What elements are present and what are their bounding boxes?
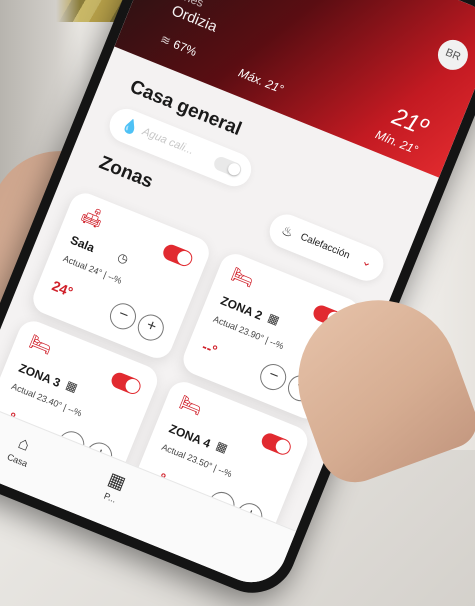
water-toggle[interactable]	[212, 154, 244, 179]
zone-power-switch[interactable]	[109, 370, 143, 397]
humidity-icon: ≋	[158, 31, 173, 49]
zone-power-switch[interactable]	[259, 431, 294, 458]
humidity-value: 67%	[171, 37, 199, 60]
bed-icon: 🛏	[228, 263, 258, 291]
mode-label: Calefacción	[298, 231, 352, 262]
nav-program-label: P...	[102, 490, 118, 505]
zone-actual: Actual 24° | --%	[61, 253, 124, 286]
bed-icon: 🛏	[176, 391, 206, 419]
weather-humidity: ≋67%	[158, 32, 199, 59]
zone-setpoint: 24°	[49, 277, 76, 301]
zone-setpoint: --°	[199, 337, 220, 359]
water-drop-icon: 💧	[119, 115, 142, 137]
weather-max: Máx. 21°	[236, 65, 286, 97]
increase-button[interactable]: +	[133, 310, 168, 345]
calendar-icon: ▦	[214, 438, 230, 456]
water-label: Agua cali...	[140, 125, 196, 158]
zone-name: Sala	[68, 232, 97, 256]
calendar-icon: ▦	[63, 377, 80, 395]
flame-icon: ♨	[279, 222, 296, 241]
sofa-icon: 🛋	[78, 203, 107, 231]
clock-icon: ◷	[115, 249, 131, 267]
decrease-button[interactable]: −	[106, 299, 140, 334]
bed-icon: 🛏	[26, 331, 56, 359]
zone-power-switch[interactable]	[160, 242, 195, 269]
zones-title: Zonas	[96, 152, 156, 193]
calendar-icon: ▦	[265, 310, 282, 328]
decrease-button[interactable]: −	[256, 360, 291, 394]
chevron-down-icon: ⌄	[359, 253, 375, 271]
